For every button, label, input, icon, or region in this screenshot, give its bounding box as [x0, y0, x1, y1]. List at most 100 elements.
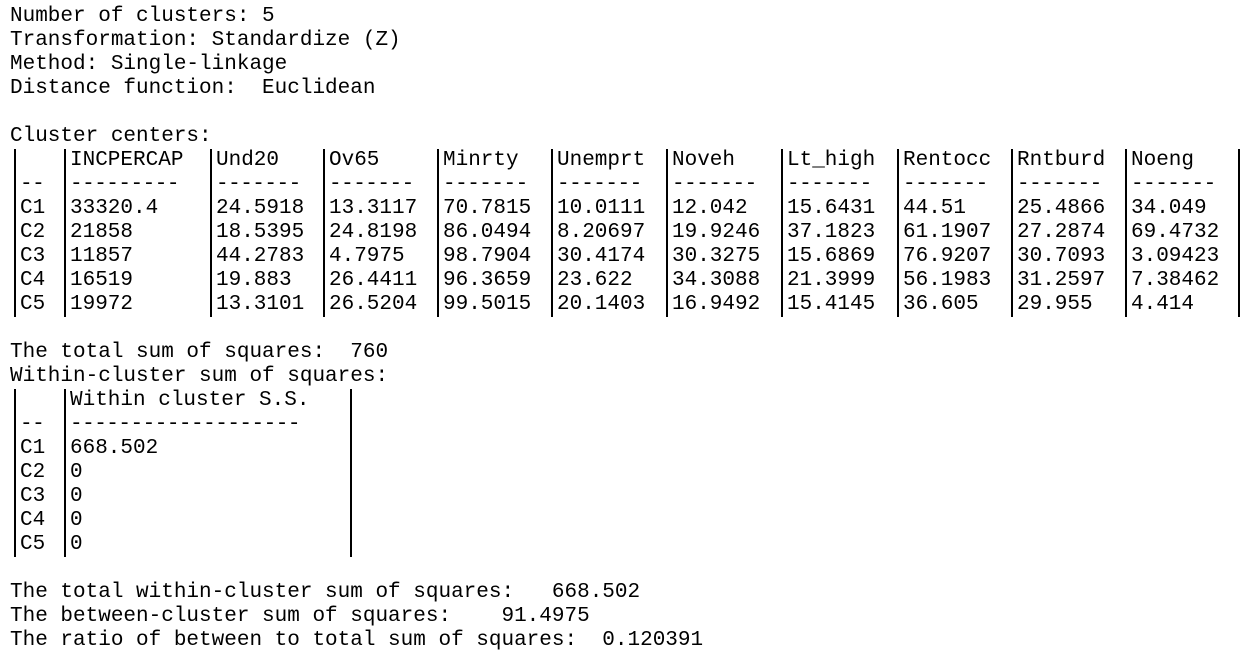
centers-cell: Ov65: [323, 149, 438, 173]
within-cell: C4: [14, 509, 65, 533]
separator-dashes: -------: [672, 173, 757, 196]
centers-cell: 21.3999: [781, 269, 898, 293]
separator-dashes: --: [20, 413, 45, 436]
centers-cell: 56.1983: [897, 269, 1012, 293]
table-row: C1 33320.4 24.5918 13.3117 70.7815 10.0111 12.…: [14, 197, 1240, 221]
centers-cell: 20.1403: [551, 293, 667, 317]
within-cell: C3: [14, 485, 65, 509]
centers-cell: Minrty: [437, 149, 552, 173]
within-cell: C5: [14, 533, 65, 557]
table-row: C5 19972 13.3101 26.5204 99.5015 20.1403 16.94…: [14, 293, 1240, 317]
transformation-text: Transformation: Standardize (Z): [10, 29, 401, 52]
centers-cell: Noeng: [1125, 149, 1240, 173]
centers-cell: 21858: [64, 221, 211, 245]
centers-cell: 30.3275: [666, 245, 782, 269]
separator-dashes: ---------: [70, 173, 179, 196]
within-cell: 0: [64, 509, 352, 533]
centers-cell: INCPERCAP: [64, 149, 211, 173]
centers-cell: 76.9207: [897, 245, 1012, 269]
centers-cell: Noveh: [666, 149, 782, 173]
within-cluster-table: Within cluster S.S. -- -------------------…: [14, 389, 352, 557]
centers-cell: Lt_high: [781, 149, 898, 173]
centers-cell: Rentocc: [897, 149, 1012, 173]
centers-cell: 24.5918: [210, 197, 324, 221]
separator-dashes: -------: [1017, 173, 1102, 196]
centers-cell: 10.0111: [551, 197, 667, 221]
centers-cell: 33320.4: [64, 197, 211, 221]
centers-cell: 69.4732: [1125, 221, 1240, 245]
within-cell: [14, 389, 65, 413]
centers-cell: Unemprt: [551, 149, 667, 173]
centers-cell: 13.3101: [210, 293, 324, 317]
table-row: C4 16519 19.883 26.4411 96.3659 23.622 34.3088…: [14, 269, 1240, 293]
within-cluster-title: Within-cluster sum of squares:: [10, 365, 389, 388]
centers-cell: 24.8198: [323, 221, 438, 245]
total-sum-of-squares-text: The total sum of squares: 760: [10, 341, 389, 364]
centers-cell: Und20: [210, 149, 324, 173]
within-cell: 0: [64, 485, 352, 509]
table-row: C3 0: [14, 485, 352, 509]
table-row: C1 668.502: [14, 437, 352, 461]
within-cell: 0: [64, 533, 352, 557]
separator-dashes: -------: [787, 173, 872, 196]
centers-cell: 15.6431: [781, 197, 898, 221]
within-header-row: Within cluster S.S.: [14, 389, 352, 413]
within-cell: C2: [14, 461, 65, 485]
centers-cell: 4.414: [1125, 293, 1240, 317]
table-row: C2 21858 18.5395 24.8198 86.0494 8.20697 19.92…: [14, 221, 1240, 245]
centers-cell: 25.4866: [1011, 197, 1126, 221]
centers-cell: 16.9492: [666, 293, 782, 317]
centers-cell: 19972: [64, 293, 211, 317]
centers-cell: 19.883: [210, 269, 324, 293]
centers-cell: 37.1823: [781, 221, 898, 245]
centers-cell: 44.2783: [210, 245, 324, 269]
centers-cell: C1: [14, 197, 65, 221]
table-row: C2 0: [14, 461, 352, 485]
within-separator-row: -- -------------------: [14, 413, 352, 437]
cluster-centers-table: INCPERCAP Und20 Ov65 Minrty Unemprt Noveh Lt_h…: [14, 149, 1240, 317]
num-clusters-text: Number of clusters: 5: [10, 5, 275, 28]
centers-separator-row: -- --------- ------- ------- ------- ------- -…: [14, 173, 1240, 197]
centers-cell: 11857: [64, 245, 211, 269]
between-cluster-text: The between-cluster sum of squares: 91.4…: [10, 605, 590, 628]
centers-cell: 23.622: [551, 269, 667, 293]
separator-dashes: -------------------: [70, 413, 300, 436]
centers-cell: 96.3659: [437, 269, 552, 293]
centers-cell: C5: [14, 293, 65, 317]
centers-cell: 86.0494: [437, 221, 552, 245]
centers-cell: 8.20697: [551, 221, 667, 245]
centers-cell: 70.7815: [437, 197, 552, 221]
centers-cell: 30.4174: [551, 245, 667, 269]
table-row: C4 0: [14, 509, 352, 533]
ratio-text: The ratio of between to total sum of squ…: [10, 629, 704, 652]
centers-cell: 3.09423: [1125, 245, 1240, 269]
centers-cell: 34.3088: [666, 269, 782, 293]
centers-cell: 61.1907: [897, 221, 1012, 245]
table-row: C5 0: [14, 533, 352, 557]
centers-cell: 12.042: [666, 197, 782, 221]
centers-cell: 15.4145: [781, 293, 898, 317]
separator-dashes: -------: [216, 173, 301, 196]
method-text: Method: Single-linkage: [10, 53, 288, 76]
separator-dashes: --: [20, 173, 45, 196]
centers-cell: 27.2874: [1011, 221, 1126, 245]
separator-dashes: -------: [329, 173, 414, 196]
within-cell: C1: [14, 437, 65, 461]
within-cell: 0: [64, 461, 352, 485]
separator-dashes: -------: [903, 173, 988, 196]
centers-cell: 18.5395: [210, 221, 324, 245]
centers-cell: [14, 149, 65, 173]
centers-cell: 31.2597: [1011, 269, 1126, 293]
cluster-centers-title: Cluster centers:: [10, 125, 212, 148]
total-within-text: The total within-cluster sum of squares:…: [10, 581, 641, 604]
centers-cell: 19.9246: [666, 221, 782, 245]
centers-cell: 36.605: [897, 293, 1012, 317]
centers-cell: 15.6869: [781, 245, 898, 269]
within-cell: Within cluster S.S.: [64, 389, 352, 413]
centers-cell: 34.049: [1125, 197, 1240, 221]
within-cell: 668.502: [64, 437, 352, 461]
centers-cell: 29.955: [1011, 293, 1126, 317]
centers-cell: Rntburd: [1011, 149, 1126, 173]
centers-cell: 16519: [64, 269, 211, 293]
centers-cell: 4.7975: [323, 245, 438, 269]
